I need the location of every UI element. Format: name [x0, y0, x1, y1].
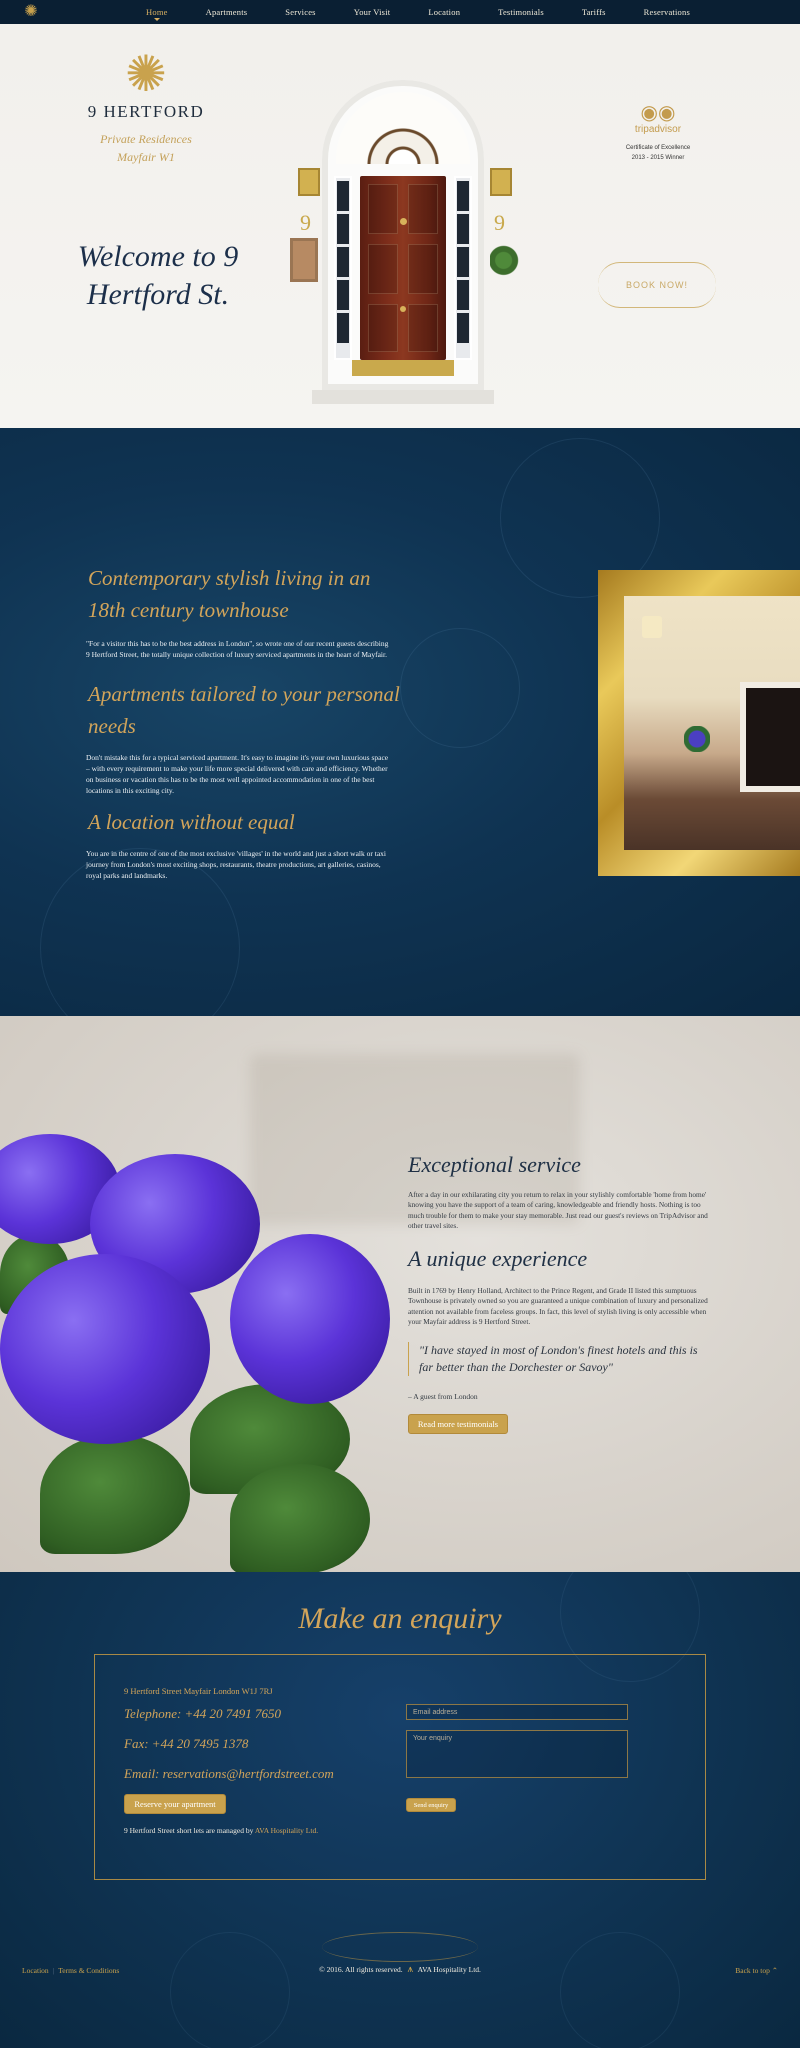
- door-step: [312, 390, 494, 404]
- tripadvisor-years: 2013 - 2015 Winner: [631, 155, 685, 161]
- nav-item-home[interactable]: Home: [146, 7, 168, 21]
- about-section: Contemporary stylish living in an 18th c…: [0, 428, 800, 1016]
- ornament-decoration: [560, 1932, 680, 2048]
- brand-subtitle: Private Residences: [100, 132, 192, 146]
- enquiry-section: Make an enquiry 9 Hertford Street Mayfai…: [0, 1572, 800, 2048]
- address-text: 9 Hertford Street Mayfair London W1J 7RJ: [124, 1686, 273, 1696]
- about-heading-2: Apartments tailored to your personal nee…: [88, 682, 400, 738]
- footer-copyright: © 2016. All rights reserved. ⩚ AVA Hospi…: [0, 1964, 800, 1975]
- door-knob: [400, 306, 406, 312]
- top-nav: ✺ Home Apartments Services Your Visit Lo…: [0, 0, 800, 24]
- ornament-decoration: [170, 1932, 290, 2048]
- nav-item-tariffs[interactable]: Tariffs: [582, 7, 606, 17]
- ava-hospitality-link[interactable]: AVA Hospitality Ltd.: [255, 1826, 318, 1835]
- service-heading-1: Exceptional service: [408, 1152, 581, 1177]
- nav-menu: Home Apartments Services Your Visit Loca…: [146, 7, 690, 21]
- back-to-top-link[interactable]: Back to top ⌃: [735, 1966, 778, 1975]
- about-paragraph-2: Don't mistake this for a typical service…: [86, 753, 389, 795]
- enquiry-heading: Make an enquiry: [298, 1602, 502, 1635]
- flower-pot-image: [490, 238, 524, 294]
- managed-by-text: 9 Hertford Street short lets are managed…: [124, 1826, 318, 1835]
- enquiry-textarea[interactable]: Your enquiry: [406, 1730, 628, 1778]
- flowers-image: [684, 726, 710, 752]
- hero-section: ✺ 9 HERTFORD Private Residences Mayfair …: [0, 24, 800, 428]
- tripadvisor-certificate: Certificate of Excellence: [625, 145, 691, 151]
- brand-name[interactable]: 9 HERTFORD: [78, 102, 214, 122]
- copyright-text: © 2016. All rights reserved.: [319, 1965, 403, 1974]
- tripadvisor-name[interactable]: tripadvisor: [612, 124, 704, 135]
- email-link[interactable]: Email: reservations@hertfordstreet.com: [124, 1766, 334, 1782]
- guest-quote: "I have stayed in most of London's fines…: [408, 1342, 708, 1376]
- red-door: [360, 176, 446, 360]
- room-reflection: [624, 596, 800, 850]
- front-door-image: [322, 80, 484, 390]
- house-number: 9: [300, 210, 311, 235]
- welcome-heading: Welcome to 9 Hertford St.: [77, 240, 239, 311]
- side-window: [334, 176, 352, 360]
- service-paragraph-2: Built in 1769 by Henry Holland, Architec…: [408, 1286, 708, 1327]
- service-paragraph-1: After a day in our exhilarating city you…: [408, 1190, 708, 1231]
- nav-item-testimonials[interactable]: Testimonials: [498, 7, 544, 17]
- telephone-text[interactable]: Telephone: +44 20 7491 7650: [124, 1706, 281, 1722]
- tripadvisor-owl-icon[interactable]: ◉◉: [634, 100, 682, 124]
- fireplace-image: [740, 682, 800, 792]
- reserve-apartment-button[interactable]: Reserve your apartment: [124, 1794, 226, 1814]
- about-heading-1: Contemporary stylish living in an 18th c…: [88, 566, 371, 622]
- lantern-image: [298, 168, 320, 196]
- about-paragraph-3: You are in the centre of one of the most…: [86, 849, 386, 880]
- sun-logo-icon[interactable]: ✺: [22, 3, 40, 21]
- nav-item-your-visit[interactable]: Your Visit: [354, 7, 391, 17]
- door-knocker: [400, 218, 407, 225]
- footer-ornament: [322, 1932, 478, 1962]
- about-heading-3: A location without equal: [88, 810, 295, 834]
- nav-item-reservations[interactable]: Reservations: [644, 7, 690, 17]
- brand-location: Mayfair W1: [117, 150, 175, 164]
- sun-logo-icon[interactable]: ✺: [118, 46, 174, 102]
- read-testimonials-button[interactable]: Read more testimonials: [408, 1414, 508, 1434]
- lantern-image: [490, 168, 512, 196]
- nav-item-services[interactable]: Services: [285, 7, 315, 17]
- nav-item-apartments[interactable]: Apartments: [206, 7, 248, 17]
- email-field[interactable]: Email address: [406, 1704, 628, 1720]
- hydrangea-image: [0, 1134, 396, 1572]
- nav-item-location[interactable]: Location: [428, 7, 460, 17]
- house-number: 9: [494, 210, 505, 235]
- lamp-image: [642, 616, 662, 638]
- service-section: Exceptional service After a day in our e…: [0, 1016, 800, 1572]
- book-now-button[interactable]: BOOK NOW!: [598, 262, 716, 308]
- copyright-company: AVA Hospitality Ltd.: [417, 1965, 481, 1974]
- gilded-mirror-image: [598, 570, 800, 876]
- ava-logo-icon: ⩚: [407, 1964, 414, 1975]
- quote-attribution: – A guest from London: [408, 1392, 478, 1401]
- about-paragraph-1: "For a visitor this has to be the best a…: [86, 639, 389, 659]
- door-kickplate: [352, 360, 454, 376]
- send-enquiry-button[interactable]: Send enquiry: [406, 1798, 456, 1812]
- side-window: [454, 176, 472, 360]
- managed-by-prefix: 9 Hertford Street short lets are managed…: [124, 1826, 254, 1835]
- ornament-decoration: [400, 628, 520, 748]
- wall-plaque-image: [290, 238, 318, 282]
- service-heading-2: A unique experience: [408, 1246, 588, 1271]
- fax-text: Fax: +44 20 7495 1378: [124, 1736, 249, 1751]
